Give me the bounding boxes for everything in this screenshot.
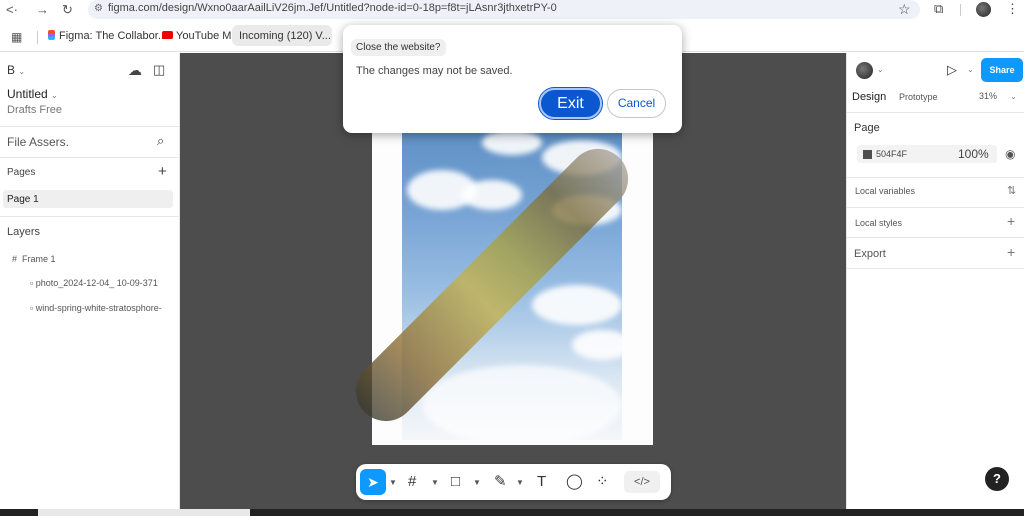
tab-prototype[interactable]: Prototype — [899, 92, 938, 102]
layer-frame[interactable]: # Frame 1 — [12, 254, 56, 264]
chevron-down-icon[interactable]: ▼ — [431, 478, 439, 487]
divider — [0, 216, 180, 217]
divider — [0, 157, 180, 158]
chevron-down-icon: ⌄ — [51, 91, 58, 100]
search-icon[interactable]: ⌕ — [157, 133, 164, 149]
divider — [847, 268, 1024, 269]
variables-adjust-icon[interactable]: ⇅ — [1007, 184, 1016, 197]
chevron-down-icon: ⌄ — [18, 67, 26, 76]
chevron-down-icon[interactable]: ▼ — [516, 478, 524, 487]
local-variables[interactable]: Local variables — [855, 186, 915, 196]
share-button[interactable]: Share — [981, 58, 1023, 82]
add-page-icon[interactable]: + — [158, 163, 167, 180]
pen-tool-icon[interactable]: ✎ — [494, 472, 507, 492]
text-tool-icon[interactable]: T — [537, 472, 546, 492]
cloud — [462, 180, 522, 210]
frame-1[interactable] — [343, 115, 653, 445]
apps-grid-icon[interactable]: ▦ — [11, 30, 22, 44]
file-subtitle: Drafts Free — [7, 104, 63, 116]
browser-toolbar: <· → ↻ ⚙ figma.com/design/Wxno0aarAailLi… — [0, 0, 1024, 22]
youtube-logo-icon — [162, 31, 173, 39]
reload-icon[interactable]: ↻ — [62, 2, 73, 18]
layer-wind-spring[interactable]: ▫ wind-spring-white-stratosphore- — [30, 303, 162, 313]
dialog-title: Close the website? — [351, 39, 446, 56]
export-header[interactable]: Export — [854, 248, 886, 260]
page-color-field[interactable]: 504F4F 100% — [857, 145, 997, 163]
back-icon[interactable]: <· — [6, 2, 18, 18]
cloud — [572, 330, 622, 360]
add-style-icon[interactable]: + — [1007, 213, 1015, 229]
frame-icon: # — [12, 254, 18, 264]
add-export-icon[interactable]: + — [1007, 244, 1015, 260]
page-section-header: Page — [854, 122, 880, 134]
file-assets-tab[interactable]: File Assers. — [7, 135, 69, 149]
site-settings-icon[interactable]: ⚙ — [94, 3, 103, 14]
zoom-level[interactable]: 31% — [979, 91, 997, 101]
image-icon: ▫ — [30, 303, 34, 313]
cancel-button[interactable]: Cancel — [607, 89, 666, 118]
pages-header: Pages — [7, 167, 36, 178]
divider — [847, 177, 1024, 178]
dev-mode-toggle[interactable]: </> — [624, 471, 660, 493]
color-hex[interactable]: 504F4F — [876, 149, 907, 159]
tab-design[interactable]: Design — [852, 91, 886, 103]
main-menu-button[interactable]: B ⌄ — [7, 63, 25, 77]
bookmark-star-icon[interactable]: ☆ — [898, 1, 911, 18]
color-swatch[interactable] — [863, 150, 872, 159]
divider — [847, 112, 1024, 113]
bookmark-gmail[interactable]: Incoming (120) V... — [239, 30, 331, 42]
divider — [0, 126, 180, 127]
play-icon[interactable]: ▷ — [947, 62, 957, 78]
address-bar[interactable]: ⚙ figma.com/design/Wxno0aarAailLiV26jm.J… — [88, 0, 920, 19]
figma-logo-icon — [48, 30, 55, 40]
color-opacity[interactable]: 100% — [958, 147, 989, 161]
cloud — [482, 130, 542, 155]
actions-tool-icon[interactable]: ⁘ — [596, 472, 609, 492]
divider — [847, 237, 1024, 238]
right-panel: ⌄ ▷ ⌄ Share Design Prototype 31% ⌄ Page … — [846, 53, 1024, 509]
dialog-message: The changes may not be saved. — [356, 65, 513, 77]
leave-site-dialog: Close the website? The changes may not b… — [343, 25, 682, 133]
divider — [37, 31, 38, 44]
bookmark-figma[interactable]: Figma: The Collabor... — [48, 30, 167, 42]
url-text[interactable]: figma.com/design/Wxno0aarAailLiV26jm.Jef… — [108, 2, 557, 14]
chevron-down-icon[interactable]: ▼ — [389, 478, 397, 487]
divider — [847, 207, 1024, 208]
page-item-label[interactable]: Page 1 — [7, 194, 39, 205]
move-tool-icon[interactable]: ➤ — [360, 469, 386, 495]
exit-button[interactable]: Exit — [538, 87, 603, 120]
bottom-toolbar: ➤ ▼ # ▼ □ ▼ ✎ ▼ T ◯ ⁘ </> — [356, 464, 671, 500]
left-panel: B ⌄ ☁ ◫ Untitled ⌄ Drafts Free File Asse… — [0, 53, 180, 509]
taskbar-search[interactable] — [38, 509, 250, 516]
user-avatar[interactable] — [856, 62, 873, 79]
chevron-down-icon[interactable]: ⌄ — [877, 65, 884, 74]
toggle-sidebar-icon[interactable]: ◫ — [153, 62, 165, 78]
rectangle-tool-icon[interactable]: □ — [451, 472, 460, 492]
divider — [960, 4, 961, 16]
upload-cloud-icon[interactable]: ☁ — [128, 62, 142, 79]
help-button[interactable]: ? — [985, 467, 1009, 491]
image-icon: ▫ — [30, 278, 34, 288]
local-styles[interactable]: Local styles — [855, 218, 902, 228]
file-title[interactable]: Untitled ⌄ — [7, 87, 58, 101]
profile-avatar[interactable] — [976, 2, 991, 17]
bookmark-youtube[interactable]: YouTube M — [162, 30, 231, 42]
layer-photo[interactable]: ▫ photo_2024-12-04_ 10-09-371 — [30, 278, 158, 288]
forward-icon[interactable]: → — [36, 2, 49, 18]
eye-icon[interactable]: ◉ — [1005, 147, 1015, 161]
frame-tool-icon[interactable]: # — [408, 472, 416, 492]
cloud — [532, 285, 622, 325]
browser-menu-icon[interactable]: ⋮ — [1006, 1, 1019, 17]
layers-header: Layers — [7, 226, 41, 238]
comment-tool-icon[interactable]: ◯ — [566, 472, 583, 492]
chevron-down-icon[interactable]: ▼ — [473, 478, 481, 487]
extensions-icon[interactable]: ⧉ — [934, 1, 943, 17]
cloud — [422, 365, 622, 440]
chevron-down-icon[interactable]: ⌄ — [967, 65, 974, 74]
chevron-down-icon[interactable]: ⌄ — [1010, 92, 1017, 101]
